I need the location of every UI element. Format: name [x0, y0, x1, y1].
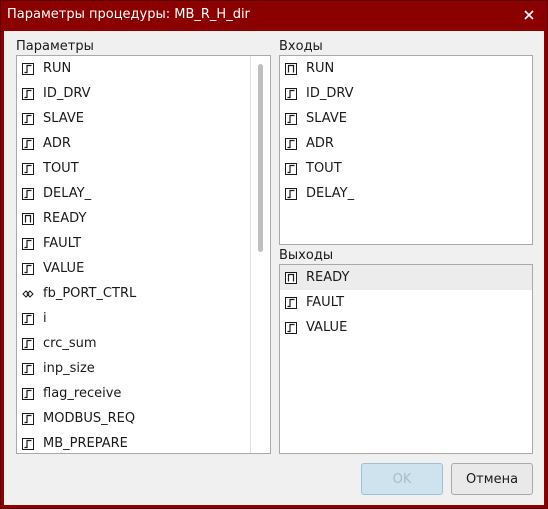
- outputs-list-item-label: READY: [306, 270, 350, 285]
- params-list-item[interactable]: MODBUS_REQ: [17, 406, 250, 431]
- params-list[interactable]: RUN ID_DRV SLAVE ADR TOUT DELAY_ READY FAULT VAL…: [16, 55, 271, 454]
- params-list-item[interactable]: TOUT: [17, 156, 250, 181]
- outputs-list-item-label: VALUE: [306, 320, 348, 335]
- outputs-label: Выходы: [279, 248, 334, 263]
- params-list-item[interactable]: VALUE: [17, 256, 250, 281]
- signal-in-icon: [285, 321, 297, 334]
- params-list-item[interactable]: MB_PREPARE: [17, 431, 250, 453]
- inputs-list-item-label: SLAVE: [306, 111, 347, 126]
- inputs-list[interactable]: RUN ID_DRV SLAVE ADR TOUT DELAY_: [279, 55, 533, 245]
- params-list-item-label: DELAY_: [43, 186, 92, 201]
- params-list-item-label: VALUE: [43, 261, 85, 276]
- params-list-item[interactable]: FAULT: [17, 231, 250, 256]
- title-bar[interactable]: Параметры процедуры: MB_R_H_dir: [1, 1, 547, 30]
- params-list-item[interactable]: READY: [17, 206, 250, 231]
- signal-in-icon: [285, 87, 297, 100]
- inputs-list-item[interactable]: ID_DRV: [280, 81, 532, 106]
- inputs-list-item[interactable]: TOUT: [280, 156, 532, 181]
- inputs-list-item-label: ID_DRV: [306, 86, 354, 101]
- signal-out-icon: [22, 212, 34, 225]
- signal-out-icon: [285, 62, 297, 75]
- inputs-list-item[interactable]: DELAY_: [280, 181, 532, 206]
- inputs-label: Входы: [279, 39, 323, 54]
- signal-in-icon: [285, 162, 297, 175]
- params-list-item-label: RUN: [43, 61, 72, 76]
- params-list-item-label: MODBUS_REQ: [43, 411, 136, 426]
- window-title: Параметры процедуры: MB_R_H_dir: [7, 7, 250, 22]
- function-block-icon: [22, 288, 34, 300]
- signal-out-icon: [285, 271, 297, 284]
- outputs-list-item[interactable]: FAULT: [280, 290, 532, 315]
- params-list-item-label: fb_PORT_CTRL: [43, 286, 137, 301]
- signal-in-icon: [22, 337, 34, 350]
- cancel-button[interactable]: Отмена: [451, 463, 533, 495]
- params-list-item[interactable]: crc_sum: [17, 331, 250, 356]
- signal-in-icon: [285, 296, 297, 309]
- close-icon: [524, 10, 534, 20]
- params-list-item[interactable]: DELAY_: [17, 181, 250, 206]
- close-button[interactable]: [519, 5, 539, 25]
- params-list-item[interactable]: SLAVE: [17, 106, 250, 131]
- signal-in-icon: [22, 312, 34, 325]
- dialog-window: Параметры процедуры: MB_R_H_dir Параметр…: [0, 0, 548, 509]
- signal-in-icon: [285, 137, 297, 150]
- signal-in-icon: [22, 437, 34, 450]
- ok-button[interactable]: OK: [361, 463, 443, 495]
- signal-in-icon: [22, 162, 34, 175]
- params-list-item[interactable]: flag_receive: [17, 381, 250, 406]
- params-list-item-label: TOUT: [43, 161, 79, 176]
- params-list-item[interactable]: i: [17, 306, 250, 331]
- signal-in-icon: [22, 112, 34, 125]
- inputs-list-item-label: DELAY_: [306, 186, 355, 201]
- params-list-item[interactable]: ID_DRV: [17, 81, 250, 106]
- signal-in-icon: [22, 187, 34, 200]
- inputs-list-item[interactable]: SLAVE: [280, 106, 532, 131]
- signal-in-icon: [22, 362, 34, 375]
- dialog-body: Параметры RUN ID_DRV SLAVE ADR TOUT DELAY_ REA…: [4, 31, 544, 505]
- params-list-item-label: SLAVE: [43, 111, 84, 126]
- inputs-list-item-label: TOUT: [306, 161, 342, 176]
- signal-in-icon: [22, 87, 34, 100]
- signal-in-icon: [285, 112, 297, 125]
- params-list-item[interactable]: RUN: [17, 56, 250, 81]
- params-list-item-label: ADR: [43, 136, 71, 151]
- params-list-item-label: ID_DRV: [43, 86, 91, 101]
- outputs-list-item-label: FAULT: [306, 295, 345, 310]
- signal-in-icon: [22, 387, 34, 400]
- params-scrollbar-thumb[interactable]: [258, 64, 263, 252]
- signal-in-icon: [22, 137, 34, 150]
- params-list-item-label: FAULT: [43, 236, 82, 251]
- params-scrollbar[interactable]: [250, 56, 270, 453]
- inputs-list-item[interactable]: ADR: [280, 131, 532, 156]
- params-list-item-label: inp_size: [43, 361, 95, 376]
- params-list-item-label: MB_PREPARE: [43, 436, 128, 451]
- params-label: Параметры: [16, 39, 94, 54]
- inputs-list-item-label: ADR: [306, 136, 334, 151]
- signal-in-icon: [22, 237, 34, 250]
- outputs-list-item[interactable]: READY: [280, 265, 532, 290]
- signal-in-icon: [22, 262, 34, 275]
- params-list-item-label: flag_receive: [43, 386, 122, 401]
- params-list-item[interactable]: ADR: [17, 131, 250, 156]
- params-list-item[interactable]: inp_size: [17, 356, 250, 381]
- signal-in-icon: [22, 412, 34, 425]
- inputs-list-item-label: RUN: [306, 61, 335, 76]
- params-list-item[interactable]: fb_PORT_CTRL: [17, 281, 250, 306]
- signal-in-icon: [285, 187, 297, 200]
- params-list-item-label: crc_sum: [43, 336, 97, 351]
- signal-in-icon: [22, 62, 34, 75]
- outputs-list-item[interactable]: VALUE: [280, 315, 532, 340]
- params-list-item-label: i: [43, 311, 47, 326]
- params-list-item-label: READY: [43, 211, 87, 226]
- outputs-list[interactable]: READY FAULT VALUE: [279, 264, 533, 454]
- inputs-list-item[interactable]: RUN: [280, 56, 532, 81]
